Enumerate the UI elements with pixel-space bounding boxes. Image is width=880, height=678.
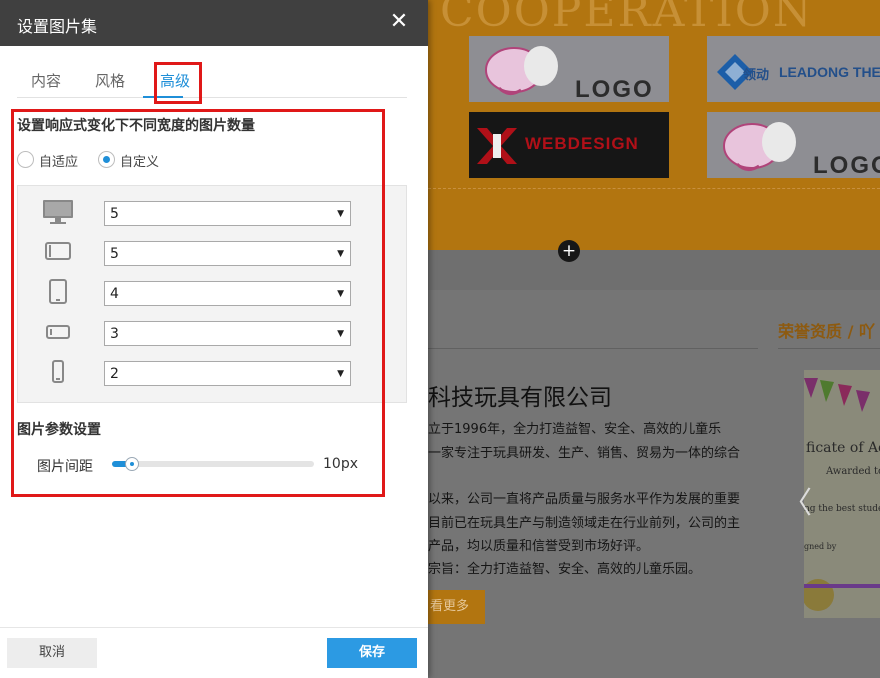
about-paragraph-line: 产品，均以质量和信誉受到市场好评。: [428, 539, 650, 554]
certificate-text: ng the best student: [804, 504, 880, 514]
honor-title: 荣誉资质 / 吖: [778, 322, 875, 341]
certificate-text: gned by: [804, 542, 837, 551]
view-more-button[interactable]: 看更多: [428, 590, 485, 624]
cancel-button[interactable]: 取消: [7, 638, 97, 668]
webdesign-logo-icon: [477, 128, 517, 164]
certificate-text: ficate of Ach: [806, 440, 880, 456]
cooperation-watermark: COOPERATION: [440, 0, 814, 37]
add-section-button[interactable]: +: [558, 240, 580, 262]
logo-text: LOGO: [575, 76, 654, 102]
about-paragraph-line: 立于1996年，全力打造益智、安全、高效的儿童乐: [428, 422, 722, 437]
partner-logo-tile[interactable]: WEBDESIGN: [469, 112, 669, 178]
leadong-cn-text: 领动: [743, 67, 770, 82]
highlight-box-settings-panel: [11, 109, 385, 497]
webdesign-text: WEBDESIGN: [525, 134, 639, 153]
carousel-prev-arrow-icon[interactable]: 〈: [782, 478, 812, 522]
about-divider: [428, 348, 758, 349]
about-paragraph-line: 一家专注于玩具研发、生产、销售、贸易为一体的综合: [428, 446, 741, 461]
partner-logo-tile[interactable]: LOGO: [469, 36, 669, 102]
image-set-dialog: 设置图片集 ✕ 内容 风格 高级 设置响应式变化下不同宽度的图片数量 自适应 自…: [0, 0, 428, 678]
about-paragraph-line: 以来，公司一直将产品质量与服务水平作为发展的重要: [428, 492, 741, 507]
partner-logo-tile[interactable]: 领动 LEADONG THE: [707, 36, 880, 102]
partner-logo-tile[interactable]: LOGO: [707, 112, 880, 178]
close-icon[interactable]: ✕: [388, 9, 410, 35]
tab-content[interactable]: 内容: [31, 70, 61, 91]
about-paragraph-line: 宗旨：全力打造益智、安全、高效的儿童乐园。: [428, 562, 702, 577]
highlight-box-advanced-tab: [154, 62, 202, 104]
dashed-divider: [428, 188, 880, 189]
company-title: 科技玩具有限公司: [428, 385, 612, 411]
dialog-header: 设置图片集 ✕: [0, 0, 428, 46]
certificate-image[interactable]: ficate of Ach Awarded to ng the best stu…: [804, 370, 880, 618]
certificate-text: Awarded to: [826, 466, 880, 477]
dialog-title: 设置图片集: [17, 17, 98, 36]
about-paragraph-line: 目前已在玩具生产与制造领域走在行业前列，公司的主: [428, 516, 741, 531]
leadong-text: LEADONG THE: [779, 64, 880, 80]
logo-text: LOGO: [813, 152, 880, 178]
dialog-footer: 取消 保存: [0, 627, 428, 678]
save-button[interactable]: 保存: [327, 638, 417, 668]
tab-style[interactable]: 风格: [95, 70, 125, 91]
honor-divider: [778, 348, 880, 349]
bunting-icon: [804, 378, 880, 611]
dialog-tabs: 内容 风格 高级: [17, 62, 407, 98]
